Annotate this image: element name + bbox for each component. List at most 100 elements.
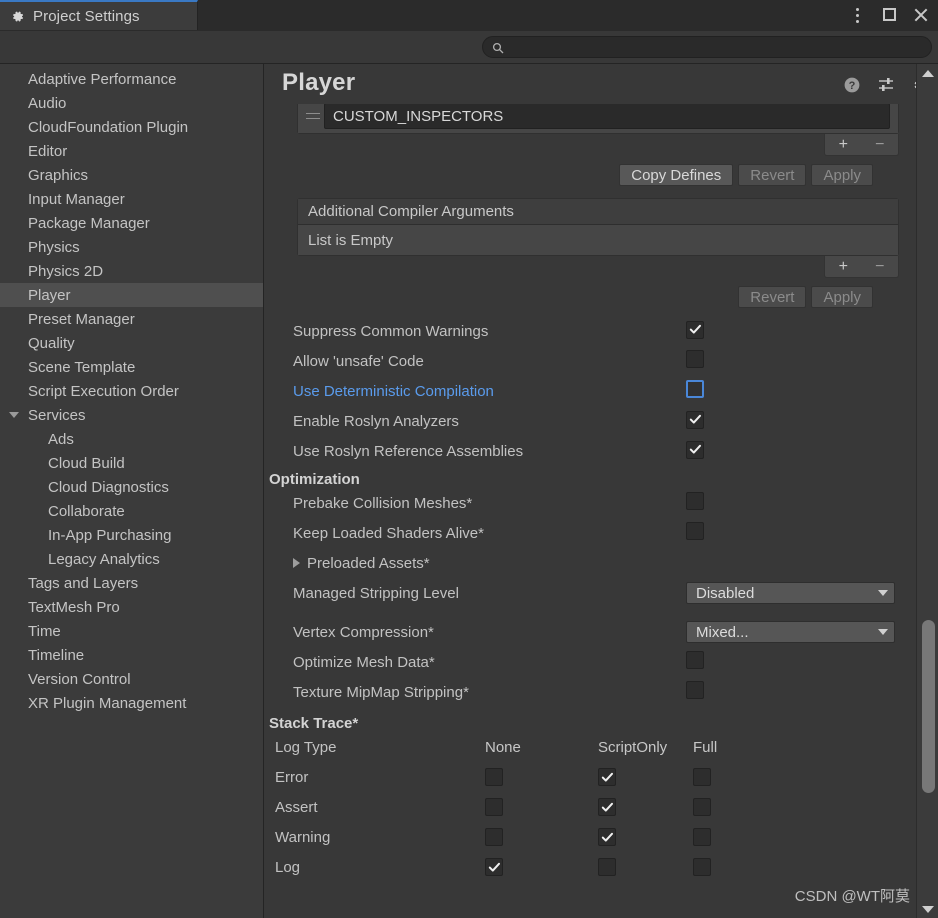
search-box[interactable] — [482, 36, 932, 58]
stack-trace-cell[interactable] — [485, 858, 598, 876]
sidebar-item-audio[interactable]: Audio — [0, 91, 263, 115]
stack-trace-cell[interactable] — [485, 768, 598, 786]
define-symbol-field[interactable]: CUSTOM_INSPECTORS — [324, 104, 890, 129]
vertex-compression-dropdown[interactable]: Mixed... — [686, 621, 895, 643]
checkbox[interactable] — [686, 680, 704, 699]
checkbox[interactable] — [485, 858, 503, 876]
checkbox[interactable] — [686, 650, 704, 669]
toggle-row[interactable]: Suppress Common Warnings — [265, 316, 917, 346]
stack-trace-cell[interactable] — [598, 768, 693, 786]
checkbox[interactable] — [686, 410, 704, 429]
sidebar-item-package-manager[interactable]: Package Manager — [0, 211, 263, 235]
sidebar-item-script-execution-order[interactable]: Script Execution Order — [0, 379, 263, 403]
sidebar-item-timeline[interactable]: Timeline — [0, 643, 263, 667]
checkbox[interactable] — [693, 798, 711, 816]
checkbox[interactable] — [686, 440, 704, 459]
sidebar-item-xr-plugin-management[interactable]: XR Plugin Management — [0, 691, 263, 715]
checkbox[interactable] — [485, 828, 503, 846]
checkbox[interactable] — [686, 349, 704, 368]
tab-project-settings[interactable]: Project Settings — [0, 0, 198, 30]
toggle-row[interactable]: Texture MipMap Stripping* — [265, 677, 917, 707]
compiler-args-revert-button[interactable]: Revert — [738, 286, 807, 308]
help-icon[interactable]: ? — [843, 76, 861, 94]
sidebar-item-time[interactable]: Time — [0, 619, 263, 643]
checkbox[interactable] — [485, 768, 503, 786]
sidebar-item-cloud-build[interactable]: Cloud Build — [0, 451, 263, 475]
sidebar-item-quality[interactable]: Quality — [0, 331, 263, 355]
sidebar-item-player[interactable]: Player — [0, 283, 263, 307]
search-input[interactable] — [510, 40, 910, 54]
checkbox[interactable] — [598, 858, 616, 876]
toggle-row[interactable]: Prebake Collision Meshes* — [265, 488, 917, 518]
stack-trace-cell[interactable] — [598, 798, 693, 816]
drag-handle-icon[interactable] — [302, 108, 324, 124]
toggle-row[interactable]: Allow 'unsafe' Code — [265, 346, 917, 376]
defines-revert-button[interactable]: Revert — [738, 164, 807, 186]
sidebar-item-editor[interactable]: Editor — [0, 139, 263, 163]
add-define-button[interactable]: + — [839, 136, 848, 153]
maximize-icon[interactable] — [880, 6, 898, 24]
stack-trace-cell[interactable] — [598, 828, 693, 846]
chevron-right-icon[interactable] — [293, 558, 300, 568]
toggle-row[interactable]: Optimize Mesh Data* — [265, 647, 917, 677]
close-icon[interactable] — [912, 6, 930, 24]
scroll-down-button[interactable] — [917, 900, 938, 918]
preset-icon[interactable] — [877, 76, 895, 94]
settings-sidebar[interactable]: Adaptive Performance Audio CloudFoundation… — [0, 64, 264, 918]
copy-defines-button[interactable]: Copy Defines — [619, 164, 734, 186]
sidebar-item-cloud-diagnostics[interactable]: Cloud Diagnostics — [0, 475, 263, 499]
stack-trace-cell[interactable] — [485, 798, 598, 816]
sidebar-item-tags-and-layers[interactable]: Tags and Layers — [0, 571, 263, 595]
managed-stripping-level-dropdown[interactable]: Disabled — [686, 582, 895, 604]
stack-trace-cell[interactable] — [693, 828, 773, 846]
add-compiler-arg-button[interactable]: + — [839, 258, 848, 275]
compiler-args-apply-button[interactable]: Apply — [811, 286, 873, 308]
checkbox[interactable] — [598, 798, 616, 816]
sidebar-item-physics-2d[interactable]: Physics 2D — [0, 259, 263, 283]
sidebar-item-ads[interactable]: Ads — [0, 427, 263, 451]
toggle-row[interactable]: Use Roslyn Reference Assemblies — [265, 436, 917, 466]
checkbox[interactable] — [686, 320, 704, 339]
toggle-row[interactable]: Enable Roslyn Analyzers — [265, 406, 917, 436]
toggle-row[interactable]: Keep Loaded Shaders Alive* — [265, 518, 917, 548]
chevron-down-icon[interactable] — [9, 412, 19, 418]
checkbox[interactable] — [686, 379, 704, 398]
log-type-label: Warning — [275, 828, 331, 846]
scroll-up-button[interactable] — [917, 64, 938, 82]
stack-trace-cell[interactable] — [693, 798, 773, 816]
sidebar-item-version-control[interactable]: Version Control — [0, 667, 263, 691]
sidebar-item-collaborate[interactable]: Collaborate — [0, 499, 263, 523]
stack-trace-cell[interactable] — [485, 828, 598, 846]
sidebar-item-in-app-purchasing[interactable]: In-App Purchasing — [0, 523, 263, 547]
sidebar-item-preset-manager[interactable]: Preset Manager — [0, 307, 263, 331]
sidebar-item-input-manager[interactable]: Input Manager — [0, 187, 263, 211]
checkbox[interactable] — [693, 768, 711, 786]
scrollbar-thumb[interactable] — [922, 620, 935, 793]
vertical-scrollbar[interactable] — [916, 64, 938, 918]
checkbox[interactable] — [686, 491, 704, 510]
preloaded-assets-foldout[interactable]: Preloaded Assets* — [265, 548, 917, 578]
toggle-row[interactable]: Use Deterministic Compilation — [265, 376, 917, 406]
defines-list-item[interactable]: CUSTOM_INSPECTORS — [298, 104, 898, 133]
checkbox[interactable] — [598, 828, 616, 846]
sidebar-item-scene-template[interactable]: Scene Template — [0, 355, 263, 379]
stack-trace-cell[interactable] — [693, 858, 773, 876]
defines-apply-button[interactable]: Apply — [811, 164, 873, 186]
sidebar-item-services[interactable]: Services — [0, 403, 263, 427]
sidebar-item-textmesh-pro[interactable]: TextMesh Pro — [0, 595, 263, 619]
checkbox[interactable] — [686, 521, 704, 540]
checkbox[interactable] — [693, 828, 711, 846]
stack-trace-cell[interactable] — [693, 768, 773, 786]
sidebar-item-legacy-analytics[interactable]: Legacy Analytics — [0, 547, 263, 571]
checkbox[interactable] — [598, 768, 616, 786]
checkbox[interactable] — [693, 858, 711, 876]
checkbox[interactable] — [485, 798, 503, 816]
remove-define-button[interactable]: − — [875, 136, 884, 153]
more-options-icon[interactable] — [848, 6, 866, 24]
sidebar-item-adaptive-performance[interactable]: Adaptive Performance — [0, 67, 263, 91]
remove-compiler-arg-button[interactable]: − — [875, 258, 884, 275]
stack-trace-cell[interactable] — [598, 858, 693, 876]
sidebar-item-physics[interactable]: Physics — [0, 235, 263, 259]
sidebar-item-cloudfoundation-plugin[interactable]: CloudFoundation Plugin — [0, 115, 263, 139]
sidebar-item-graphics[interactable]: Graphics — [0, 163, 263, 187]
